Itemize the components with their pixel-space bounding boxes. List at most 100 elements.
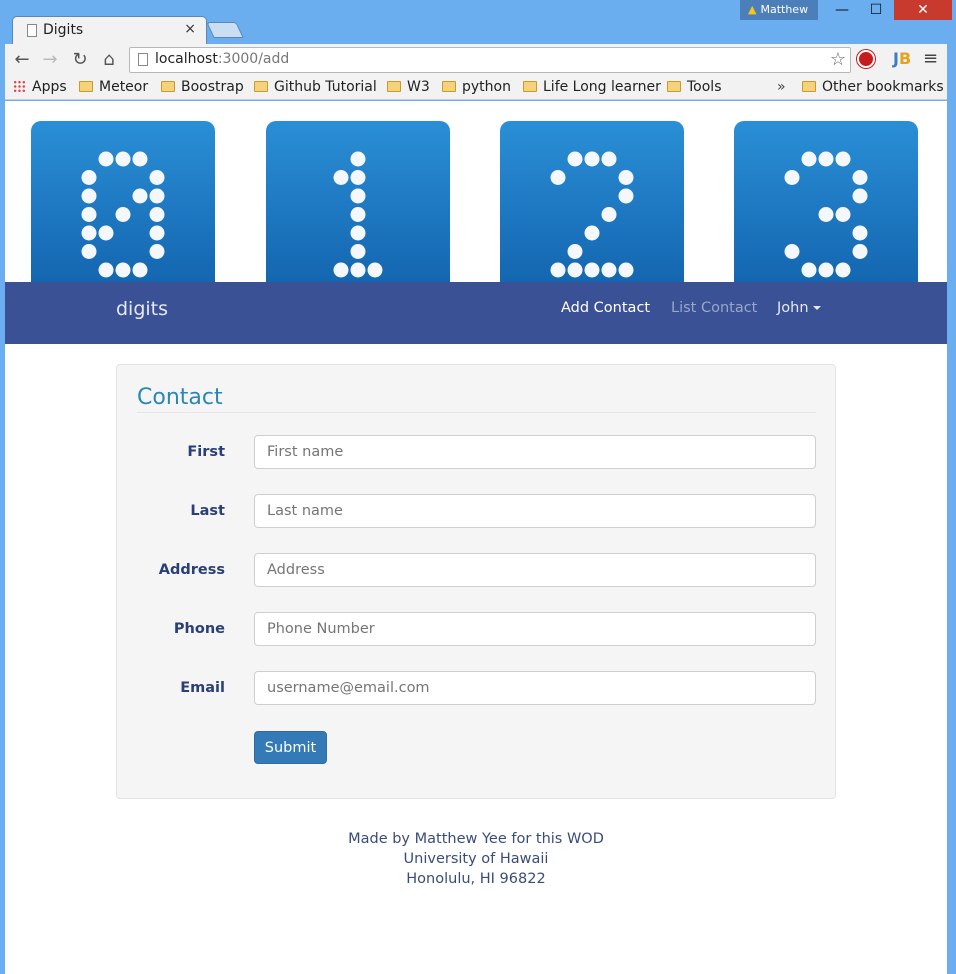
bookmark-other[interactable]: Other bookmarks [802, 79, 944, 95]
warning-icon: ▲ [748, 3, 757, 16]
home-icon[interactable]: ⌂ [98, 49, 120, 70]
led-dot [801, 151, 817, 167]
footer-line-1: Made by Matthew Yee for this WOD [348, 831, 604, 847]
navbar-brand[interactable]: digits [116, 298, 168, 320]
led-dot [149, 170, 165, 185]
bookmark-meteor[interactable]: Meteor [79, 79, 148, 95]
led-dot [852, 244, 868, 259]
bookmark-tools[interactable]: Tools [667, 79, 722, 95]
led-dot [98, 151, 114, 167]
led-dot [567, 262, 583, 278]
phone-label: Phone [173, 621, 225, 637]
nav-add-contact[interactable]: Add Contact [561, 300, 650, 316]
folder-icon [442, 81, 456, 92]
led-dot [801, 262, 817, 278]
profile-name: Matthew [760, 3, 809, 16]
bookmarks-overflow-icon[interactable]: » [777, 79, 786, 95]
led-dot [350, 262, 366, 278]
led-dot [132, 262, 148, 278]
address-label: Address [158, 562, 225, 578]
last-name-input[interactable] [254, 494, 816, 528]
digit-tile-1 [266, 121, 450, 282]
forward-icon[interactable]: → [39, 49, 61, 70]
led-dot [350, 225, 366, 241]
user-name: John [777, 300, 809, 316]
email-label: Email [180, 680, 225, 696]
tab-title: Digits [43, 22, 84, 38]
led-dot [784, 170, 800, 185]
led-dot [132, 151, 148, 167]
profile-button[interactable]: ▲ Matthew [740, 0, 818, 20]
form-legend: Contact [137, 385, 816, 413]
bookmark-python[interactable]: python [442, 79, 511, 95]
new-tab-button[interactable] [206, 22, 244, 38]
bookmark-life-long-learner[interactable]: Life Long learner [523, 79, 661, 95]
bookmark-star-icon[interactable]: ☆ [830, 49, 846, 70]
page-icon [27, 24, 37, 37]
bookmark-boostrap[interactable]: Boostrap [161, 79, 244, 95]
led-dot [852, 188, 868, 204]
first-name-input[interactable] [254, 435, 816, 469]
bookmark-w3[interactable]: W3 [387, 79, 430, 95]
led-dot [81, 188, 97, 204]
close-window-button[interactable]: ✕ [894, 0, 952, 20]
led-dot [115, 151, 131, 167]
last-label: Last [190, 503, 225, 519]
led-dot [115, 262, 131, 278]
reload-icon[interactable]: ↻ [69, 49, 91, 70]
led-dot [367, 262, 383, 278]
page-footer: Made by Matthew Yee for this WOD Univers… [5, 829, 947, 889]
bookmark-github-tutorial[interactable]: Github Tutorial [254, 79, 377, 95]
folder-icon [387, 81, 401, 92]
led-dot [350, 170, 366, 185]
digits-banner [5, 101, 947, 282]
nav-list-contact[interactable]: List Contact [671, 300, 757, 316]
address-input[interactable] [254, 553, 816, 587]
led-dot [618, 188, 634, 204]
address-bar[interactable]: localhost:3000/add ☆ [129, 47, 851, 73]
led-dot [818, 262, 834, 278]
led-dot [618, 262, 634, 278]
led-dot [149, 244, 165, 259]
bookmark-apps[interactable]: Apps [13, 79, 67, 95]
menu-icon[interactable]: ≡ [923, 48, 938, 69]
led-dot [132, 188, 148, 204]
led-dot [350, 188, 366, 204]
digit-0-dots [81, 151, 165, 278]
browser-tab[interactable]: Digits × [12, 16, 207, 44]
page-icon [138, 53, 148, 66]
adblock-extension-icon[interactable] [857, 50, 875, 68]
led-dot [835, 262, 851, 278]
led-dot [115, 207, 131, 222]
minimize-button[interactable]: — [826, 0, 858, 20]
led-dot [818, 207, 834, 222]
digit-tile-3 [734, 121, 918, 282]
folder-icon [667, 81, 681, 92]
led-dot [98, 225, 114, 241]
led-dot [350, 207, 366, 222]
maximize-button[interactable]: ☐ [860, 0, 892, 20]
led-dot [584, 262, 600, 278]
jetbrains-extension-icon[interactable]: JB [893, 49, 911, 68]
submit-button[interactable]: Submit [254, 731, 327, 764]
led-dot [333, 170, 349, 185]
folder-icon [802, 81, 816, 92]
led-dot [98, 262, 114, 278]
digit-2-dots [550, 151, 634, 278]
led-dot [81, 244, 97, 259]
folder-icon [79, 81, 93, 92]
digit-tile-2 [500, 121, 684, 282]
navbar: digits Add Contact List Contact John [5, 282, 947, 344]
email-input[interactable] [254, 671, 816, 705]
digit-tile-0 [31, 121, 215, 282]
tab-close-icon[interactable]: × [184, 21, 196, 37]
first-label: First [187, 444, 225, 460]
footer-line-2: University of Hawaii [403, 851, 549, 867]
led-dot [550, 262, 566, 278]
nav-user-dropdown[interactable]: John [777, 300, 821, 316]
back-icon[interactable]: ← [11, 49, 33, 70]
page-viewport: digits Add Contact List Contact John Con… [5, 101, 947, 974]
led-dot [350, 151, 366, 167]
led-dot [81, 225, 97, 241]
phone-input[interactable] [254, 612, 816, 646]
